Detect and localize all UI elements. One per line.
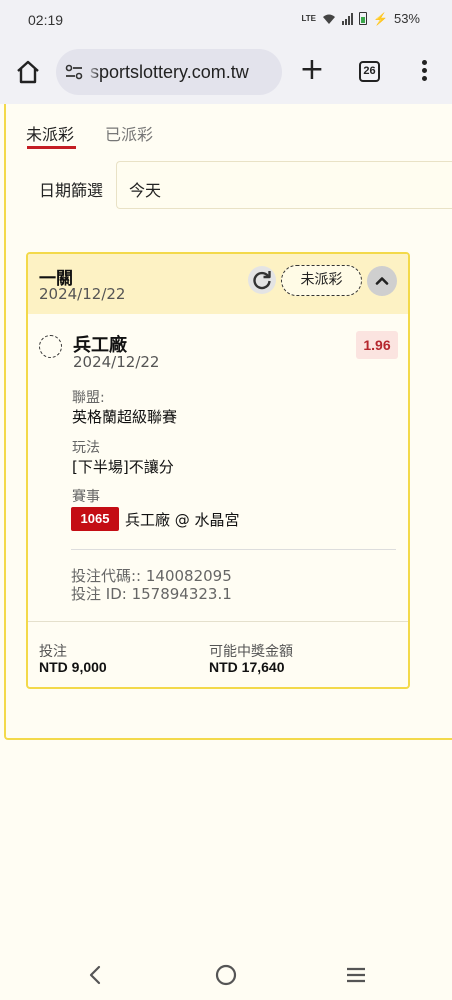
new-tab-icon[interactable]: +: [298, 55, 326, 85]
browser-toolbar: sportslottery.com.tw + 26: [0, 40, 452, 104]
ticket-status-badge: 未派彩: [281, 265, 362, 296]
status-time: 02:19: [28, 12, 64, 28]
chevron-up-icon: [375, 277, 389, 285]
system-nav-bar: [0, 948, 452, 1000]
tab-settled[interactable]: 已派彩: [105, 121, 153, 145]
home-nav-icon[interactable]: [214, 963, 238, 987]
league-value: 英格蘭超級聯賽: [72, 408, 178, 426]
market-value: [下半場]不讓分: [72, 458, 174, 476]
url-fade: [86, 49, 100, 95]
collapse-button[interactable]: [367, 266, 397, 296]
event-label: 賽事: [72, 489, 100, 505]
league-label: 聯盟:: [72, 390, 105, 406]
date-filter-value: 今天: [129, 181, 162, 200]
ticket-date: 2024/12/22: [39, 285, 126, 303]
selection-radio-icon: [39, 335, 62, 358]
site-settings-icon[interactable]: [64, 62, 84, 82]
tab-unsettled[interactable]: 未派彩: [26, 121, 74, 145]
network-type-icon: LTE: [301, 14, 317, 23]
stake-value: NTD 9,000: [39, 659, 107, 675]
status-bar: 02:19 LTE ⚡ 53%: [0, 0, 452, 40]
active-tab-indicator: [27, 146, 76, 149]
recents-icon[interactable]: [344, 965, 368, 985]
refresh-icon: [253, 271, 271, 290]
home-icon[interactable]: [14, 58, 42, 86]
ticket-header: 一關 2024/12/22 未派彩: [28, 254, 408, 314]
event-value: 兵工廠 @ 水晶宮: [125, 511, 240, 529]
stake-label: 投注: [39, 644, 67, 660]
bet-ticket-card: 一關 2024/12/22 未派彩 兵工廠 2024/12/22 1.96 聯盟…: [26, 252, 410, 689]
url-text: sportslottery.com.tw: [90, 62, 249, 82]
footer-divider: [28, 621, 408, 622]
tab-switcher-button[interactable]: 26: [359, 61, 380, 82]
more-menu-icon[interactable]: [418, 60, 430, 84]
odds-badge: 1.96: [356, 331, 398, 359]
battery-icon: [359, 12, 368, 25]
divider: [71, 549, 396, 550]
refresh-button[interactable]: [248, 266, 276, 294]
back-icon[interactable]: [86, 964, 106, 986]
battery-percent: 53%: [393, 11, 420, 26]
selection-date: 2024/12/22: [73, 353, 160, 371]
payout-label: 可能中獎金額: [209, 644, 293, 660]
date-filter-select[interactable]: 今天: [116, 161, 452, 209]
bet-id: 投注 ID: 157894323.1: [71, 585, 232, 603]
event-code-badge: 1065: [71, 507, 119, 531]
charging-icon: ⚡: [373, 11, 388, 26]
payout-value: NTD 17,640: [209, 659, 285, 675]
status-icons: LTE ⚡ 53%: [302, 11, 421, 26]
signal-icon: [342, 12, 354, 25]
market-label: 玩法: [72, 440, 100, 456]
address-bar[interactable]: sportslottery.com.tw: [56, 49, 282, 95]
date-filter-label: 日期篩選: [39, 181, 104, 200]
wifi-icon: [323, 14, 336, 24]
